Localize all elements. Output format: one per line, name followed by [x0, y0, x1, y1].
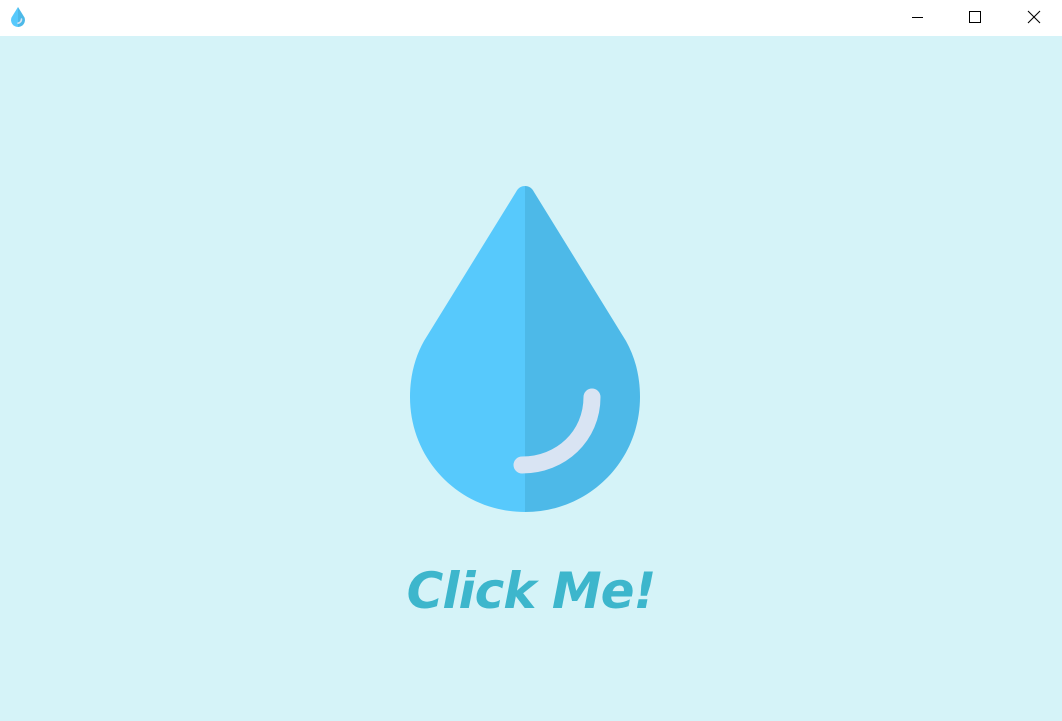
- maximize-icon: [969, 11, 981, 23]
- water-drop-icon: [410, 186, 640, 512]
- water-drop-icon: [9, 6, 27, 28]
- app-window: Click Me!: [0, 0, 1062, 721]
- close-icon: [1027, 10, 1041, 24]
- minimize-button[interactable]: [888, 0, 946, 36]
- click-me-button[interactable]: Click Me!: [331, 556, 731, 626]
- water-drop-button[interactable]: [409, 184, 641, 514]
- close-button[interactable]: [1004, 0, 1062, 36]
- title-bar[interactable]: [0, 0, 1062, 36]
- minimize-icon: [912, 17, 923, 18]
- maximize-button[interactable]: [946, 0, 1004, 36]
